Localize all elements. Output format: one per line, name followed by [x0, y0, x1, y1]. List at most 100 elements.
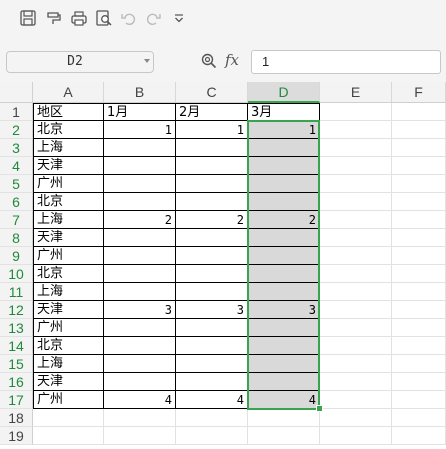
cell-e3[interactable] [320, 139, 392, 157]
column-header-f[interactable]: F [392, 82, 446, 103]
row-header-8[interactable]: 8 [0, 229, 33, 247]
cell-f7[interactable] [392, 211, 446, 229]
cell-d7[interactable]: 2 [248, 211, 320, 229]
cell-f8[interactable] [392, 229, 446, 247]
cell-b15[interactable] [104, 355, 176, 373]
cell-e17[interactable] [320, 391, 392, 409]
cell-a11[interactable]: 上海 [33, 283, 104, 301]
undo-icon[interactable] [120, 9, 138, 27]
cell-b5[interactable] [104, 175, 176, 193]
cell-a14[interactable]: 北京 [33, 337, 104, 355]
cell-c15[interactable] [176, 355, 248, 373]
cell-a2[interactable]: 北京 [33, 121, 104, 139]
name-box[interactable]: D2 [6, 51, 154, 73]
row-header-16[interactable]: 16 [0, 373, 33, 391]
cell-d13[interactable] [248, 319, 320, 337]
row-header-17[interactable]: 17 [0, 391, 33, 409]
formula-input[interactable]: 1 [251, 50, 441, 74]
cell-e2[interactable] [320, 121, 392, 139]
cell-d5[interactable] [248, 175, 320, 193]
format-painter-icon[interactable] [45, 9, 63, 27]
row-header-19[interactable]: 19 [0, 427, 33, 445]
cell-f17[interactable] [392, 391, 446, 409]
cell-b12[interactable]: 3 [104, 301, 176, 319]
cell-e6[interactable] [320, 193, 392, 211]
cell-c5[interactable] [176, 175, 248, 193]
column-header-a[interactable]: A [33, 82, 104, 103]
cell-d4[interactable] [248, 157, 320, 175]
more-icon[interactable] [170, 9, 188, 27]
cell-c1[interactable]: 2月 [176, 103, 248, 121]
cell-a7[interactable]: 上海 [33, 211, 104, 229]
row-header-10[interactable]: 10 [0, 265, 33, 283]
column-header-d[interactable]: D [248, 82, 320, 103]
cell-c11[interactable] [176, 283, 248, 301]
cell-f13[interactable] [392, 319, 446, 337]
cell-a3[interactable]: 上海 [33, 139, 104, 157]
cell-e18[interactable] [320, 409, 392, 427]
row-header-7[interactable]: 7 [0, 211, 33, 229]
cell-f18[interactable] [392, 409, 446, 427]
cell-b6[interactable] [104, 193, 176, 211]
column-header-c[interactable]: C [176, 82, 248, 103]
print-preview-icon[interactable] [95, 9, 113, 27]
row-header-4[interactable]: 4 [0, 157, 33, 175]
cell-e9[interactable] [320, 247, 392, 265]
row-header-9[interactable]: 9 [0, 247, 33, 265]
row-header-11[interactable]: 11 [0, 283, 33, 301]
cell-b3[interactable] [104, 139, 176, 157]
cell-e4[interactable] [320, 157, 392, 175]
cell-f10[interactable] [392, 265, 446, 283]
row-header-6[interactable]: 6 [0, 193, 33, 211]
cell-f3[interactable] [392, 139, 446, 157]
row-header-1[interactable]: 1 [0, 103, 33, 121]
cell-f1[interactable] [392, 103, 446, 121]
cell-b9[interactable] [104, 247, 176, 265]
cell-e7[interactable] [320, 211, 392, 229]
cell-d8[interactable] [248, 229, 320, 247]
row-header-5[interactable]: 5 [0, 175, 33, 193]
cell-c3[interactable] [176, 139, 248, 157]
row-header-13[interactable]: 13 [0, 319, 33, 337]
select-all-corner[interactable] [0, 82, 33, 103]
column-header-e[interactable]: E [320, 82, 392, 103]
cell-c8[interactable] [176, 229, 248, 247]
cell-f4[interactable] [392, 157, 446, 175]
cell-d12[interactable]: 3 [248, 301, 320, 319]
cell-c7[interactable]: 2 [176, 211, 248, 229]
cell-f12[interactable] [392, 301, 446, 319]
zoom-function-icon[interactable] [200, 52, 218, 70]
cell-a13[interactable]: 广州 [33, 319, 104, 337]
cell-a6[interactable]: 北京 [33, 193, 104, 211]
cell-a19[interactable] [33, 427, 104, 445]
cell-d19[interactable] [248, 427, 320, 445]
cell-b8[interactable] [104, 229, 176, 247]
cell-a9[interactable]: 广州 [33, 247, 104, 265]
cell-c16[interactable] [176, 373, 248, 391]
cell-e19[interactable] [320, 427, 392, 445]
cell-c14[interactable] [176, 337, 248, 355]
cell-b1[interactable]: 1月 [104, 103, 176, 121]
cell-c10[interactable] [176, 265, 248, 283]
cell-b19[interactable] [104, 427, 176, 445]
cell-c12[interactable]: 3 [176, 301, 248, 319]
cell-f2[interactable] [392, 121, 446, 139]
cell-c2[interactable]: 1 [176, 121, 248, 139]
cell-c17[interactable]: 4 [176, 391, 248, 409]
cell-e1[interactable] [320, 103, 392, 121]
cell-e5[interactable] [320, 175, 392, 193]
cell-d14[interactable] [248, 337, 320, 355]
insert-function-icon[interactable]: fx [225, 51, 239, 69]
cell-e15[interactable] [320, 355, 392, 373]
cell-f9[interactable] [392, 247, 446, 265]
cell-a8[interactable]: 天津 [33, 229, 104, 247]
cell-b4[interactable] [104, 157, 176, 175]
cell-f11[interactable] [392, 283, 446, 301]
cell-f6[interactable] [392, 193, 446, 211]
cell-b7[interactable]: 2 [104, 211, 176, 229]
row-header-3[interactable]: 3 [0, 139, 33, 157]
row-header-14[interactable]: 14 [0, 337, 33, 355]
row-header-2[interactable]: 2 [0, 121, 33, 139]
cell-c4[interactable] [176, 157, 248, 175]
cell-a12[interactable]: 天津 [33, 301, 104, 319]
